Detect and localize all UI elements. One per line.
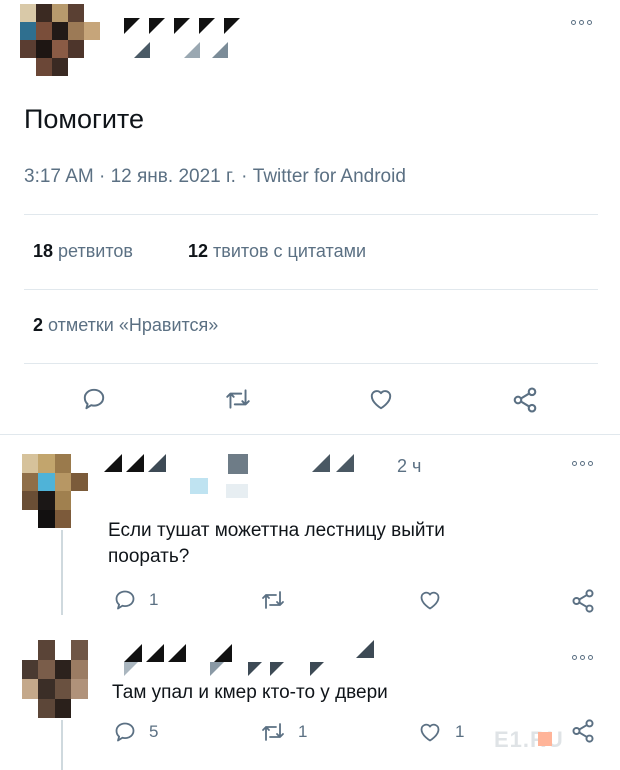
like-icon [420,591,440,610]
reply-icon [115,590,135,610]
more-icon[interactable] [571,20,592,25]
divider [0,434,620,435]
tweet-meta: 3:17 AM · 12 янв. 2021 г. · Twitter for … [24,166,406,187]
quotes-count: 12 [188,241,209,261]
share-button[interactable] [570,718,596,744]
retweet-icon [262,591,284,609]
watermark-square [538,732,552,746]
quotes-stat[interactable]: 12 твитов с цитатами [188,241,366,262]
watermark-logo: E1.RU [494,727,564,752]
retweet-icon [262,723,284,741]
share-button[interactable] [570,588,596,614]
reply-icon [115,722,135,742]
like-icon [420,723,440,742]
reply-button[interactable] [81,386,107,412]
retweet-count: 1 [298,722,308,741]
thread-line [61,720,63,770]
share-button[interactable] [511,386,539,414]
thread-line [61,530,63,615]
retweets-label: ретвитов [58,241,133,261]
reply-count: 1 [149,590,159,609]
like-button[interactable]: 1 [417,720,464,744]
share-icon [572,719,594,743]
quotes-label: твитов с цитатами [213,241,367,261]
retweet-button[interactable] [224,386,252,412]
more-icon[interactable] [572,655,593,660]
reply-icon [83,388,105,410]
share-icon [572,589,594,613]
like-icon [370,390,392,410]
avatar-redacted[interactable] [22,454,104,528]
avatar-redacted[interactable] [20,4,100,76]
retweet-button[interactable] [260,588,298,612]
reply-text: Если тушат можеттна лестницу выйти поора… [108,520,445,567]
retweets-count: 18 [33,241,54,261]
username-redacted[interactable] [124,634,384,680]
likes-label: отметки «Нравится» [48,315,219,335]
avatar-redacted[interactable] [22,640,104,718]
reply-button[interactable]: 1 [113,588,158,612]
likes-stat[interactable]: 2 отметки «Нравится» [33,315,218,336]
reply-time: 2 ч [397,456,422,476]
divider [24,363,598,364]
like-button[interactable] [367,386,395,412]
tweet-text: Помогите [24,104,145,134]
reply-count: 5 [149,722,159,741]
retweets-stat[interactable]: 18 ретвитов [33,241,133,262]
watermark-text: E1.RU [494,727,564,752]
more-icon[interactable] [572,461,593,466]
divider [24,214,598,215]
reply-button[interactable]: 5 [113,720,158,744]
retweet-button[interactable]: 1 [260,720,307,744]
share-icon [513,387,537,413]
username-redacted[interactable] [124,18,249,62]
username-redacted[interactable] [104,436,384,502]
divider [24,289,598,290]
retweet-icon [226,389,250,409]
reply-text: Там упал и кмер кто-то у двери [112,682,388,703]
like-button[interactable] [417,588,455,612]
likes-count: 2 [33,315,44,335]
like-count: 1 [455,722,465,741]
